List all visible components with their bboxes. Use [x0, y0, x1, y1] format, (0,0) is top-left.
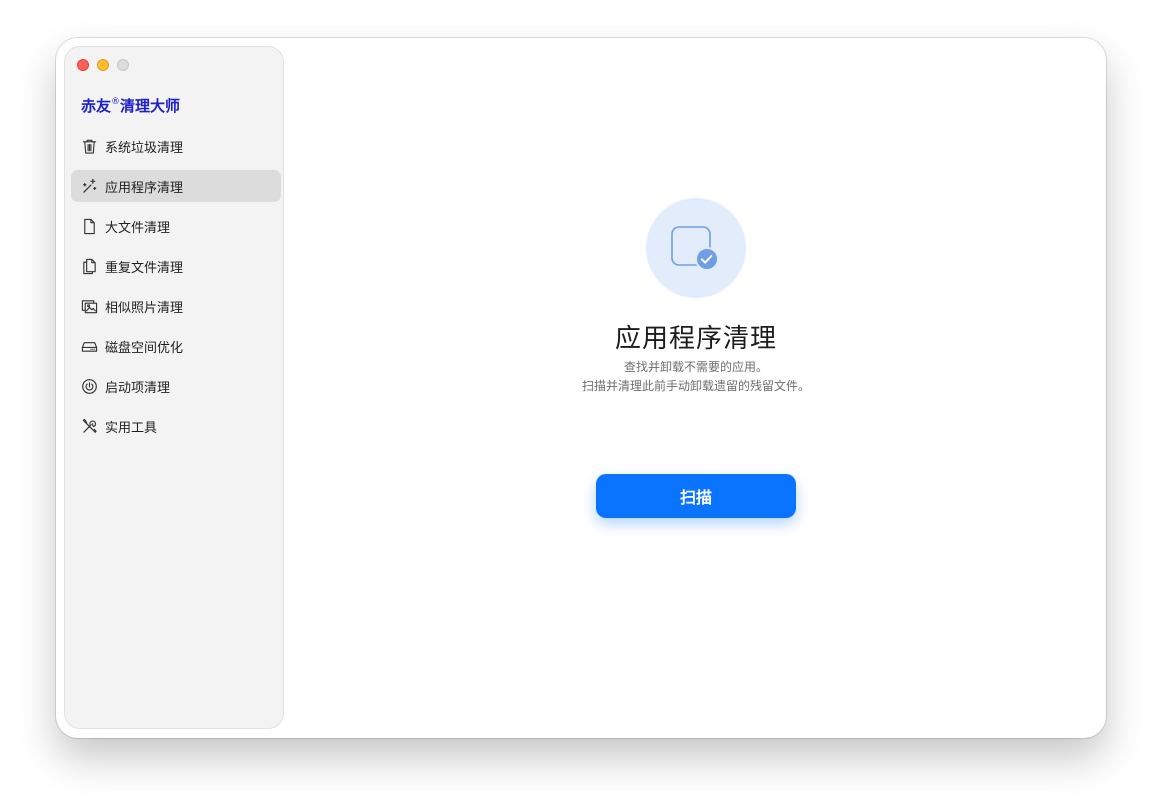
- page-title: 应用程序清理: [614, 324, 777, 354]
- page-description-line-1: 查找并卸载不需要的应用。: [623, 360, 768, 374]
- sidebar-item-label: 相似照片清理: [105, 300, 184, 316]
- sidebar-nav: 系统垃圾清理 应用程序清理 大文件清理 重复文件清理 相似照片清理 磁盘空间优化…: [71, 130, 281, 450]
- power-icon: [80, 377, 98, 395]
- sidebar-item-label: 实用工具: [105, 420, 158, 436]
- hero-badge: [646, 198, 746, 298]
- window-controls: [77, 59, 129, 71]
- registered-mark: ®: [111, 97, 121, 107]
- close-window-button[interactable]: [77, 59, 89, 71]
- duplicate-document-icon: [80, 257, 98, 275]
- sidebar-item-system-junk[interactable]: 系统垃圾清理: [71, 130, 281, 162]
- sidebar-item-app-cleanup[interactable]: 应用程序清理: [71, 170, 281, 202]
- sidebar-item-label: 大文件清理: [105, 220, 171, 236]
- app-window: 赤友®清理大师 系统垃圾清理 应用程序清理 大文件清理 重复文件清理 相似照片清…: [56, 38, 1106, 738]
- scan-button[interactable]: 扫描: [596, 474, 796, 518]
- sidebar: 赤友®清理大师 系统垃圾清理 应用程序清理 大文件清理 重复文件清理 相似照片清…: [64, 46, 284, 729]
- sidebar-item-duplicate-files[interactable]: 重复文件清理: [71, 250, 281, 282]
- main-content: 应用程序清理 查找并卸载不需要的应用。 扫描并清理此前手动卸载遗留的残留文件。 …: [286, 38, 1106, 738]
- minimize-window-button[interactable]: [97, 59, 109, 71]
- page-description-line-2: 扫描并清理此前手动卸载遗留的残留文件。: [581, 379, 810, 393]
- maximize-window-button[interactable]: [117, 59, 129, 71]
- sidebar-item-label: 重复文件清理: [105, 260, 184, 276]
- sidebar-item-large-files[interactable]: 大文件清理: [71, 210, 281, 242]
- sidebar-item-similar-photos[interactable]: 相似照片清理: [71, 290, 281, 322]
- sidebar-item-label: 系统垃圾清理: [105, 140, 184, 156]
- trash-icon: [80, 137, 98, 155]
- app-window-check-icon: [671, 226, 719, 271]
- magic-wand-icon: [80, 177, 98, 195]
- photo-icon: [80, 297, 98, 315]
- sidebar-item-startup-items[interactable]: 启动项清理: [71, 370, 281, 402]
- disk-drive-icon: [80, 337, 98, 355]
- sidebar-item-utilities[interactable]: 实用工具: [71, 410, 281, 442]
- tools-icon: [80, 417, 98, 435]
- document-icon: [80, 217, 98, 235]
- app-brand: 赤友®清理大师: [81, 95, 180, 116]
- brand-name: 赤友: [81, 97, 112, 115]
- brand-suffix: 清理大师: [120, 97, 181, 115]
- sidebar-item-disk-optimize[interactable]: 磁盘空间优化: [71, 330, 281, 362]
- sidebar-item-label: 启动项清理: [105, 380, 171, 396]
- sidebar-item-label: 磁盘空间优化: [105, 340, 184, 356]
- sidebar-item-label: 应用程序清理: [105, 180, 184, 196]
